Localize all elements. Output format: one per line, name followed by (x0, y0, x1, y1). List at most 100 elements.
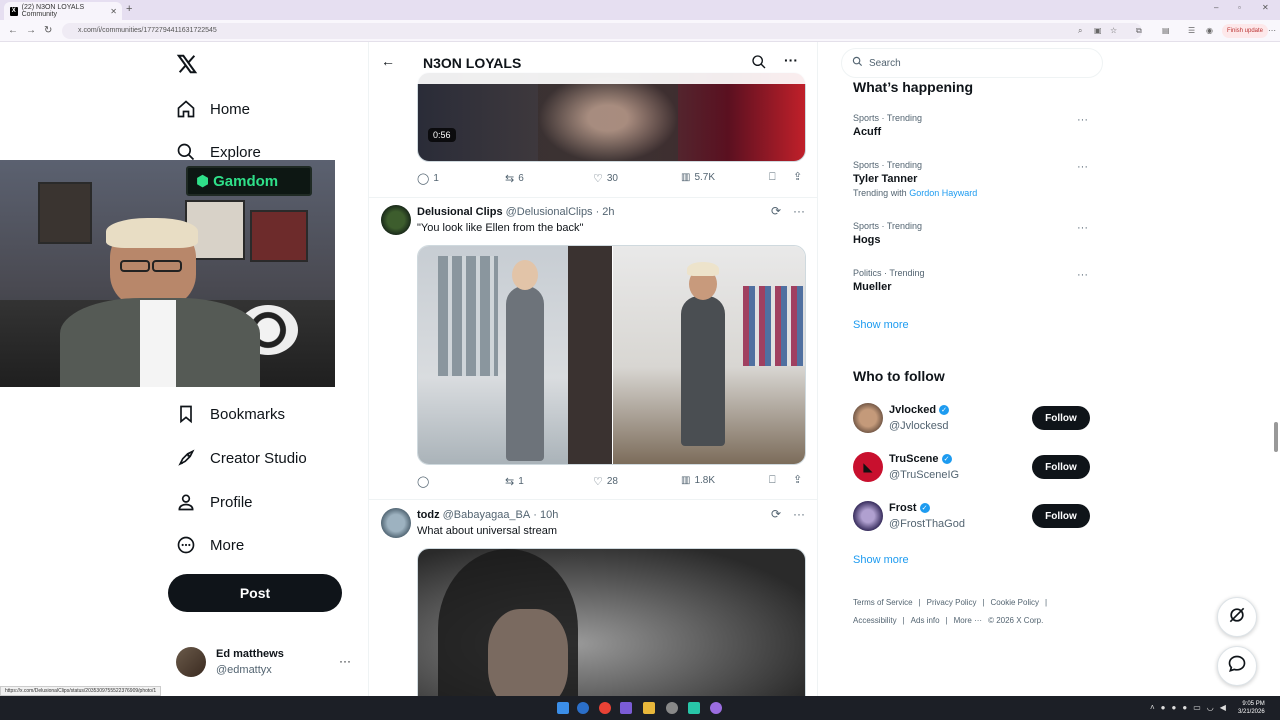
profile-icon[interactable]: ◉ (1206, 26, 1213, 35)
trend-with-link[interactable]: Gordon Hayward (909, 188, 977, 198)
photo-right[interactable] (612, 246, 805, 464)
footer-ads-info[interactable]: Ads info (911, 614, 940, 628)
favorite-star-icon[interactable]: ☆ (1110, 26, 1117, 35)
browser-tab[interactable]: X (22) N3ON LOYALS Community ✕ (4, 2, 122, 20)
follow-avatar[interactable] (853, 501, 883, 531)
reply-button[interactable]: ◯ (417, 475, 433, 488)
tray-app-icon[interactable]: ● (1182, 703, 1187, 712)
views-button[interactable]: ▥ 5.7K (681, 172, 715, 183)
edge-icon[interactable] (577, 702, 589, 714)
trend-item[interactable]: Sports · Trending Hogs (853, 221, 1093, 257)
follow-button[interactable]: Follow (1032, 406, 1090, 430)
back-icon[interactable]: ← (8, 25, 18, 36)
trend-item[interactable]: Politics · Trending Mueller (853, 268, 1093, 304)
follow-account-name[interactable]: Jvlocked ✓ (889, 404, 950, 416)
follow-avatar[interactable] (853, 403, 883, 433)
footer-accessibility[interactable]: Accessibility (853, 614, 897, 628)
chrome-icon[interactable] (599, 702, 611, 714)
install-app-icon[interactable]: ▣ (1094, 26, 1102, 35)
forward-icon[interactable]: → (26, 25, 36, 36)
account-handle[interactable]: @edmattyx (216, 664, 272, 676)
repost-button[interactable]: ⇆ 6 (505, 172, 524, 185)
tweet-author-name[interactable]: todz (417, 509, 440, 521)
trend-more-icon[interactable]: ··· (1077, 222, 1088, 234)
search-input[interactable]: Search (841, 48, 1103, 78)
community-more-icon[interactable]: ··· (784, 52, 798, 68)
trend-more-icon[interactable]: ··· (1077, 114, 1088, 126)
like-button[interactable]: ♡ 30 (593, 172, 618, 185)
footer-cookie[interactable]: Cookie Policy (991, 596, 1039, 610)
page-scrollbar[interactable] (1274, 422, 1278, 452)
trend-more-icon[interactable]: ··· (1077, 269, 1088, 281)
tweet-time[interactable]: · 2h (596, 206, 615, 218)
footer-privacy[interactable]: Privacy Policy (927, 596, 977, 610)
follow-account-name[interactable]: TruScene ✓ (889, 453, 952, 465)
finish-update-button[interactable]: Finish update (1222, 24, 1269, 38)
messages-fab[interactable] (1217, 646, 1257, 686)
x-logo-icon[interactable] (176, 53, 198, 81)
zoom-icon[interactable]: ⌕ (1078, 26, 1082, 36)
maximize-icon[interactable]: ▫ (1238, 3, 1241, 12)
tweet-photo[interactable] (417, 245, 806, 465)
taskbar-clock[interactable]: 9:05 PM 3/21/2026 (1238, 700, 1265, 716)
trend-item[interactable]: Sports · Trending Acuff (853, 113, 1093, 149)
follow-account-handle[interactable]: @TruSceneIG (889, 469, 959, 481)
window-close-icon[interactable]: ✕ (1262, 3, 1269, 12)
browser-menu-icon[interactable]: ⋯ (1268, 26, 1276, 35)
search-icon[interactable] (751, 54, 767, 75)
bookmark-icon[interactable]: ⎕ (769, 171, 776, 184)
back-arrow-icon[interactable]: ← (381, 53, 395, 69)
tweet-photo[interactable] (417, 548, 806, 696)
follow-avatar[interactable]: ◣ (853, 452, 883, 482)
wifi-icon[interactable]: ◡ (1207, 703, 1214, 712)
split-screen-icon[interactable]: ▤ (1162, 26, 1170, 35)
extensions-icon[interactable]: ⧉ (1136, 26, 1142, 36)
share-icon[interactable]: ⇪ (793, 170, 802, 183)
reply-button[interactable]: ◯ 1 (417, 172, 439, 185)
minimize-icon[interactable]: – (1214, 3, 1218, 12)
nav-profile[interactable]: Profile (176, 487, 253, 517)
tray-app-icon[interactable]: ● (1161, 703, 1166, 712)
footer-more[interactable]: More ··· (954, 614, 982, 628)
views-button[interactable]: ▥ 1.8K (681, 475, 715, 486)
trend-more-icon[interactable]: ··· (1077, 161, 1088, 173)
tray-app-icon[interactable]: ● (1172, 703, 1177, 712)
follow-button[interactable]: Follow (1032, 455, 1090, 479)
tweet-video[interactable]: 0:56 (417, 72, 806, 162)
nav-creator-studio[interactable]: Creator Studio (176, 443, 307, 473)
post-button[interactable]: Post (168, 574, 342, 612)
tab-close-icon[interactable]: ✕ (110, 7, 117, 16)
grok-icon[interactable]: ⟳ (771, 507, 781, 521)
start-icon[interactable] (557, 702, 569, 714)
follow-account-name[interactable]: Frost ✓ (889, 502, 930, 514)
account-name[interactable]: Ed matthews (216, 648, 284, 660)
tweet-more-icon[interactable]: ··· (793, 507, 805, 521)
grok-icon[interactable]: ⟳ (771, 204, 781, 218)
app-icon[interactable] (688, 702, 700, 714)
grok-fab[interactable] (1217, 597, 1257, 637)
account-more-icon[interactable]: ··· (339, 654, 351, 668)
url-field[interactable]: x.com/i/communities/1772794411631722545 (62, 23, 1142, 39)
follow-show-more-link[interactable]: Show more (853, 554, 909, 566)
follow-button[interactable]: Follow (1032, 504, 1090, 528)
repost-button[interactable]: ⇆ 1 (505, 475, 524, 488)
bookmark-icon[interactable]: ⎕ (769, 474, 776, 487)
app-icon[interactable] (710, 702, 722, 714)
like-button[interactable]: ♡ 28 (593, 475, 618, 488)
volume-icon[interactable]: ◀ (1220, 703, 1226, 712)
chevron-up-icon[interactable]: ˄ (1150, 703, 1155, 712)
discord-icon[interactable] (620, 702, 632, 714)
tweet-avatar[interactable] (381, 205, 411, 235)
system-tray[interactable]: ˄ ● ● ● ▭ ◡ ◀ (1150, 703, 1226, 712)
follow-account-handle[interactable]: @FrostThaGod (889, 518, 965, 530)
nav-home[interactable]: Home (176, 94, 250, 124)
tweet-time[interactable]: · 10h (533, 509, 558, 521)
tweet-avatar[interactable] (381, 508, 411, 538)
footer-terms[interactable]: Terms of Service (853, 596, 913, 610)
reload-icon[interactable]: ↻ (44, 25, 52, 36)
trends-show-more-link[interactable]: Show more (853, 319, 909, 331)
account-avatar[interactable] (176, 647, 206, 677)
nav-more[interactable]: More (176, 530, 244, 560)
settings-icon[interactable] (666, 702, 678, 714)
tweet-author-handle[interactable]: @Babayagaa_BA (443, 509, 531, 521)
